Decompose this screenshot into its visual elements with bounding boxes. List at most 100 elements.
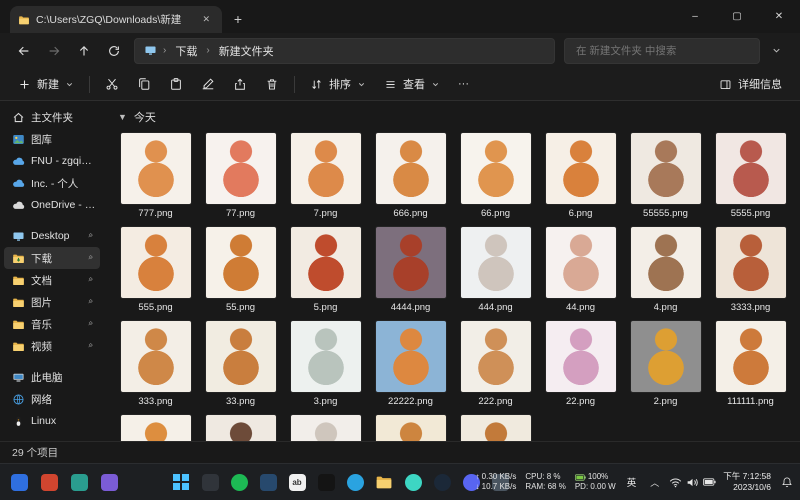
file-item[interactable]: 222.png [456, 321, 535, 407]
sidebar-item-onedrive---zgqinc[interactable]: OneDrive - zgqinc [4, 194, 100, 216]
file-item[interactable] [456, 415, 535, 441]
rename-button[interactable] [193, 71, 223, 98]
file-item[interactable]: 666.png [371, 133, 450, 219]
copy-button[interactable] [129, 71, 159, 98]
tab-close-icon[interactable]: ✕ [198, 12, 214, 27]
system-icons[interactable] [669, 477, 716, 488]
file-item[interactable]: 3.png [286, 321, 365, 407]
taskbar-telegram-button[interactable] [342, 469, 368, 495]
sidebar-item-主文件夹[interactable]: 主文件夹 [4, 106, 100, 128]
delete-button[interactable] [257, 71, 287, 98]
notification-bell-icon[interactable] [778, 474, 796, 490]
taskbar-pinned-app-2-button[interactable] [36, 469, 62, 495]
breadcrumb-current-folder[interactable]: 新建文件夹 [216, 42, 277, 60]
group-header[interactable]: ▼ 今天 [118, 109, 800, 125]
hidden-icons-chevron[interactable]: ︿ [647, 474, 662, 491]
linux-icon [12, 415, 25, 428]
maximize-button[interactable]: ▢ [716, 0, 758, 33]
file-item[interactable]: 55555.png [626, 133, 705, 219]
file-item[interactable]: 5.png [286, 227, 365, 313]
sidebar-item-网络[interactable]: 网络 [4, 388, 100, 410]
minimize-button[interactable]: – [674, 0, 716, 33]
sidebar-item-inc---个人[interactable]: Inc. - 个人 [4, 172, 100, 194]
sidebar-item-视频[interactable]: 视频 [4, 335, 100, 357]
sort-button[interactable]: 排序 [302, 71, 374, 98]
sidebar-item-desktop[interactable]: Desktop [4, 225, 100, 247]
address-bar[interactable]: › 下载 › 新建文件夹 [134, 37, 555, 64]
taskbar-edge-button[interactable] [400, 469, 426, 495]
file-item[interactable]: 333.png [116, 321, 195, 407]
new-button[interactable]: 新建 [10, 71, 82, 98]
more-options-button[interactable]: ··· [450, 71, 477, 98]
taskbar-file-explorer-button[interactable] [371, 469, 397, 495]
file-item[interactable]: 22.png [541, 321, 620, 407]
file-item[interactable]: 555.png [116, 227, 195, 313]
file-item[interactable]: 777.png [116, 133, 195, 219]
file-item[interactable]: 44.png [541, 227, 620, 313]
taskbar: ab ↑ 0.30 KB/s ↓ 10.7 KB/s CPU: 8 % RAM:… [0, 463, 800, 500]
file-name: 7.png [313, 208, 338, 219]
new-tab-button[interactable]: + [226, 7, 250, 31]
file-thumbnail [120, 321, 191, 392]
file-item[interactable]: 4.png [626, 227, 705, 313]
file-item[interactable]: 6.png [541, 133, 620, 219]
file-explorer-window: C:\Users\ZGQ\Downloads\新建 ✕ + – ▢ ✕ › 下载… [0, 0, 800, 463]
back-button[interactable] [10, 38, 37, 64]
file-item[interactable]: 2.png [626, 321, 705, 407]
file-item[interactable] [116, 415, 195, 441]
taskbar-clock[interactable]: 下午 7:12:58 2023/10/6 [723, 471, 771, 493]
close-button[interactable]: ✕ [758, 0, 800, 33]
refresh-button[interactable] [100, 38, 127, 64]
share-button[interactable] [225, 71, 255, 98]
up-button[interactable] [70, 38, 97, 64]
sidebar-item-音乐[interactable]: 音乐 [4, 313, 100, 335]
taskbar-app-dark-button[interactable] [197, 469, 223, 495]
file-item[interactable]: 3333.png [711, 227, 790, 313]
search-box[interactable] [564, 37, 760, 64]
taskbar-pinned-app-4-button[interactable] [96, 469, 122, 495]
taskbar-start-button[interactable] [168, 469, 194, 495]
paste-button[interactable] [161, 71, 191, 98]
file-item[interactable]: 77.png [201, 133, 280, 219]
file-item[interactable]: 4444.png [371, 227, 450, 313]
file-item[interactable]: 33.png [201, 321, 280, 407]
taskbar-pinned-app-3-button[interactable] [66, 469, 92, 495]
sidebar-item-fnu---zgqinc2[interactable]: FNU - zgqinc2 [4, 150, 100, 172]
performance-widget[interactable]: ↑ 0.30 KB/s ↓ 10.7 KB/s CPU: 8 % RAM: 68… [475, 472, 615, 492]
explorer-tab[interactable]: C:\Users\ZGQ\Downloads\新建 ✕ [10, 6, 222, 33]
file-item[interactable]: 111111.png [711, 321, 790, 407]
sidebar-item-图片[interactable]: 图片 [4, 291, 100, 313]
taskbar-app-navy-button[interactable] [255, 469, 281, 495]
file-thumbnail [205, 227, 276, 298]
taskbar-app-ab-button[interactable]: ab [284, 469, 310, 495]
file-item[interactable] [286, 415, 365, 441]
view-button[interactable]: 查看 [376, 71, 448, 98]
input-language-indicator[interactable]: 英 [623, 472, 641, 492]
forward-button[interactable] [40, 38, 67, 64]
taskbar-app-black-button[interactable] [313, 469, 339, 495]
search-input[interactable] [574, 43, 750, 58]
file-item[interactable]: 7.png [286, 133, 365, 219]
sidebar-item-linux[interactable]: Linux [4, 410, 100, 432]
file-item[interactable]: 22222.png [371, 321, 450, 407]
file-item[interactable]: 66.png [456, 133, 535, 219]
sidebar-item-下载[interactable]: 下载 [4, 247, 100, 269]
file-item[interactable]: 5555.png [711, 133, 790, 219]
file-item[interactable] [201, 415, 280, 441]
chevron-down-icon[interactable] [763, 38, 790, 64]
taskbar-spotify-button[interactable] [226, 469, 252, 495]
file-name: 222.png [478, 396, 513, 407]
details-pane-button[interactable]: 详细信息 [711, 71, 790, 98]
file-item[interactable]: 444.png [456, 227, 535, 313]
chevron-down-icon: ▼ [118, 112, 127, 122]
sidebar-item-label: Inc. - 个人 [31, 177, 79, 190]
sidebar-item-图库[interactable]: 图库 [4, 128, 100, 150]
cut-button[interactable] [97, 71, 127, 98]
file-item[interactable] [371, 415, 450, 441]
file-item[interactable]: 55.png [201, 227, 280, 313]
taskbar-pinned-app-1-button[interactable] [6, 469, 32, 495]
taskbar-steam-button[interactable] [429, 469, 455, 495]
sidebar-item-文档[interactable]: 文档 [4, 269, 100, 291]
breadcrumb-downloads[interactable]: 下载 [172, 42, 200, 60]
sidebar-item-此电脑[interactable]: 此电脑 [4, 366, 100, 388]
